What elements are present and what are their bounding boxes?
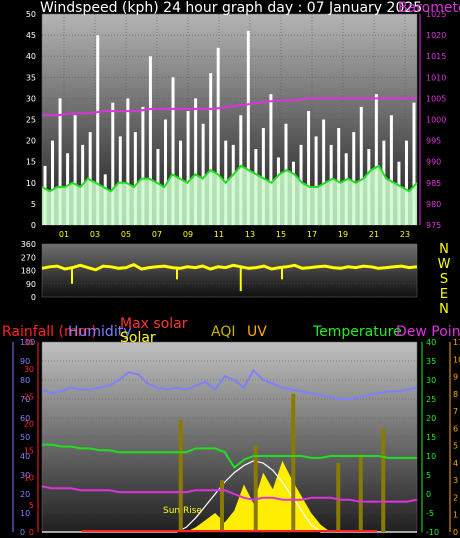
weather-charts: 05101520253035404550 9759809859909951000… [2, 0, 460, 537]
direction-y-tick: 270 [21, 253, 36, 262]
temperature-y-tick: 10 [426, 452, 436, 461]
wind-y-tick: 30 [26, 94, 36, 103]
humidity-y-tick: 10 [20, 509, 30, 518]
rainfall-y-tick: 10 [24, 474, 34, 483]
temperature-y-tick: 0 [426, 490, 431, 499]
hour-tick: 09 [183, 230, 193, 239]
humidity-y-tick: 80 [20, 376, 30, 385]
uv-y-tick: 10 [453, 355, 460, 364]
barometer-y-axis: 975980985990995100010051010101510201025 [419, 10, 446, 230]
uv-y-tick: 2 [453, 493, 458, 502]
compass-letter: W [438, 257, 451, 272]
compass-letter: S [440, 272, 448, 287]
hour-tick: 21 [369, 230, 379, 239]
humidity-y-tick: 20 [20, 490, 30, 499]
uv-bar [336, 462, 341, 532]
temperature-y-tick: -10 [426, 528, 439, 537]
barometer-y-tick: 985 [426, 179, 441, 188]
barometer-y-tick: 1010 [426, 73, 446, 82]
wind-title: Windspeed (kph) 24 hour graph day : 07 J… [40, 0, 422, 16]
direction-y-tick: 90 [26, 280, 36, 289]
temperature-y-tick: 25 [426, 395, 436, 404]
hour-tick: 23 [400, 230, 410, 239]
uv-y-tick: 9 [453, 373, 458, 382]
wind-y-tick: 0 [31, 221, 36, 230]
barometer-title: Barometer (hPa) [398, 0, 460, 16]
dew-point-label: Dew Point [396, 324, 460, 340]
wind-y-tick: 40 [26, 52, 36, 61]
wind-y-axis: 0 5 10 15 20 25 30 35 40 45 50 [26, 10, 36, 230]
uv-bar [381, 428, 386, 532]
temperature-y-tick: 20 [426, 414, 436, 423]
hour-tick: 15 [276, 230, 286, 239]
wind-y-tick: 50 [26, 10, 36, 19]
direction-y-tick: 360 [21, 240, 36, 249]
uv-bar [358, 454, 363, 532]
humidity-y-tick: 50 [20, 433, 30, 442]
sun-rise-annotation: Sun Rise [163, 506, 202, 516]
wind-y-tick: 5 [31, 200, 36, 209]
uv-y-tick: 4 [453, 459, 458, 468]
direction-y-tick: 180 [21, 267, 36, 276]
rainfall-y-tick: 25 [24, 392, 34, 401]
rainfall-y-tick: 15 [24, 447, 34, 456]
temperature-y-tick: 5 [426, 471, 431, 480]
hour-tick: 17 [307, 230, 317, 239]
humidity-y-tick: 0 [20, 528, 25, 537]
temperature-label: Temperature [312, 324, 402, 340]
hour-tick: 07 [152, 230, 162, 239]
uv-label: UV [247, 324, 267, 340]
aqi-label: AQI [211, 324, 235, 340]
hour-tick: 05 [121, 230, 131, 239]
wind-y-tick: 25 [26, 116, 36, 125]
temperature-y-tick: 30 [426, 376, 436, 385]
solar-label: Solar [120, 330, 156, 346]
temperature-y-tick: -5 [426, 509, 434, 518]
hour-tick: 03 [90, 230, 100, 239]
hour-tick: 19 [338, 230, 348, 239]
uv-y-tick: 8 [453, 390, 458, 399]
uv-bar [220, 480, 224, 532]
barometer-y-tick: 980 [426, 200, 441, 209]
hour-tick: 01 [59, 230, 69, 239]
barometer-y-tick: 1000 [426, 116, 446, 125]
uv-y-tick: 5 [453, 442, 458, 451]
uv-y-tick: 1 [453, 511, 458, 520]
temperature-y-tick: 15 [426, 433, 436, 442]
uv-y-tick: 7 [453, 407, 458, 416]
barometer-y-tick: 990 [426, 158, 441, 167]
direction-y-axis: 0 90 180 270 360 [21, 240, 36, 302]
barometer-y-tick: 975 [426, 221, 441, 230]
wind-x-axis: 01 03 05 07 09 11 13 15 17 19 21 23 [59, 230, 410, 239]
barometer-y-tick: 1015 [426, 52, 446, 61]
uv-bar [253, 445, 258, 532]
uv-y-tick: 3 [453, 476, 458, 485]
wind-y-tick: 15 [26, 158, 36, 167]
temperature-y-tick: 35 [426, 357, 436, 366]
compass-labels: NWSEN [438, 242, 451, 317]
compass-letter: E [440, 287, 448, 302]
uv-y-tick: 0 [453, 528, 458, 537]
hour-tick: 11 [214, 230, 224, 239]
uv-bar [291, 393, 296, 532]
direction-y-tick: 0 [31, 293, 36, 302]
wind-y-tick: 45 [26, 31, 36, 40]
rainfall-y-tick: 5 [29, 501, 34, 510]
rainfall-y-tick: 30 [24, 365, 34, 374]
climate-legend: Rainfall (mm) Humidity Max solar Solar A… [2, 316, 460, 346]
barometer-y-tick: 1020 [426, 31, 446, 40]
wind-y-tick: 10 [26, 179, 36, 188]
hour-tick: 13 [245, 230, 255, 239]
rainfall-y-tick: 0 [29, 528, 34, 537]
rainfall-y-tick: 20 [24, 419, 34, 428]
wind-y-tick: 20 [26, 137, 36, 146]
compass-letter: N [439, 302, 449, 317]
compass-letter: N [439, 242, 449, 257]
uv-y-tick: 6 [453, 424, 458, 433]
barometer-y-tick: 1005 [426, 94, 446, 103]
wind-y-tick: 35 [26, 73, 36, 82]
barometer-y-tick: 995 [426, 137, 441, 146]
